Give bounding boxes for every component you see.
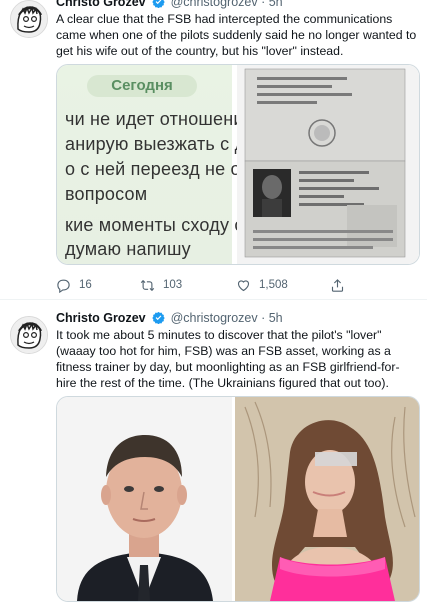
tweet-actions: 16 103 1,508 — [56, 277, 418, 293]
tweet-2[interactable]: Christo Grozev @christogrozev · 5h It to… — [0, 300, 427, 602]
share-icon — [331, 278, 344, 292]
reply-count: 16 — [79, 279, 92, 291]
chat-line: анирую выезжать с дру — [65, 134, 265, 154]
chat-line: о с ней переезд не обс — [65, 159, 261, 179]
reply-icon — [57, 279, 70, 293]
tweet-text: A clear clue that the FSB had intercepte… — [56, 12, 417, 58]
passport-image[interactable] — [237, 65, 419, 264]
like-count: 1,508 — [259, 279, 288, 291]
tweet-header: Christo Grozev @christogrozev · 5h — [56, 0, 283, 10]
chat-line: вопросом — [65, 184, 148, 204]
woman-photo-image[interactable] — [235, 397, 419, 601]
author-name[interactable]: Christo Grozev — [56, 311, 146, 325]
verified-badge-icon — [152, 311, 165, 324]
reply-button[interactable]: 16 — [56, 277, 92, 293]
heart-icon — [237, 279, 250, 291]
author-name[interactable]: Christo Grozev — [56, 0, 146, 9]
tweet-text: It took me about 5 minutes to discover t… — [56, 328, 400, 390]
tweet-media[interactable]: Сегодня чи не идет отношения анирую выез… — [56, 64, 420, 265]
chat-line: думаю напишу — [65, 239, 191, 259]
handle-and-time[interactable]: @christogrozev · 5h — [171, 311, 283, 325]
tweet-media[interactable] — [56, 396, 420, 602]
share-button[interactable] — [330, 277, 345, 293]
retweet-icon — [140, 279, 155, 291]
like-button[interactable]: 1,508 — [236, 277, 288, 293]
date-chip: Сегодня — [87, 75, 197, 97]
chat-screenshot-image[interactable]: Сегодня чи не идет отношения анирую выез… — [57, 65, 264, 264]
retweet-count: 103 — [163, 279, 183, 291]
author-avatar[interactable] — [10, 316, 48, 354]
tweet-1[interactable]: Christo Grozev @christogrozev · 5h A cle… — [0, 0, 427, 300]
chat-line: чи не идет отношения — [65, 109, 254, 129]
retweet-button[interactable]: 103 — [140, 277, 182, 293]
tweet-header: Christo Grozev @christogrozev · 5h — [56, 310, 283, 326]
handle-and-time[interactable]: @christogrozev · 5h — [171, 0, 283, 9]
author-avatar[interactable] — [10, 0, 48, 38]
man-portrait-image[interactable] — [57, 397, 232, 601]
chat-line: кие моменты сходу отв — [65, 215, 263, 235]
verified-badge-icon — [152, 0, 165, 8]
